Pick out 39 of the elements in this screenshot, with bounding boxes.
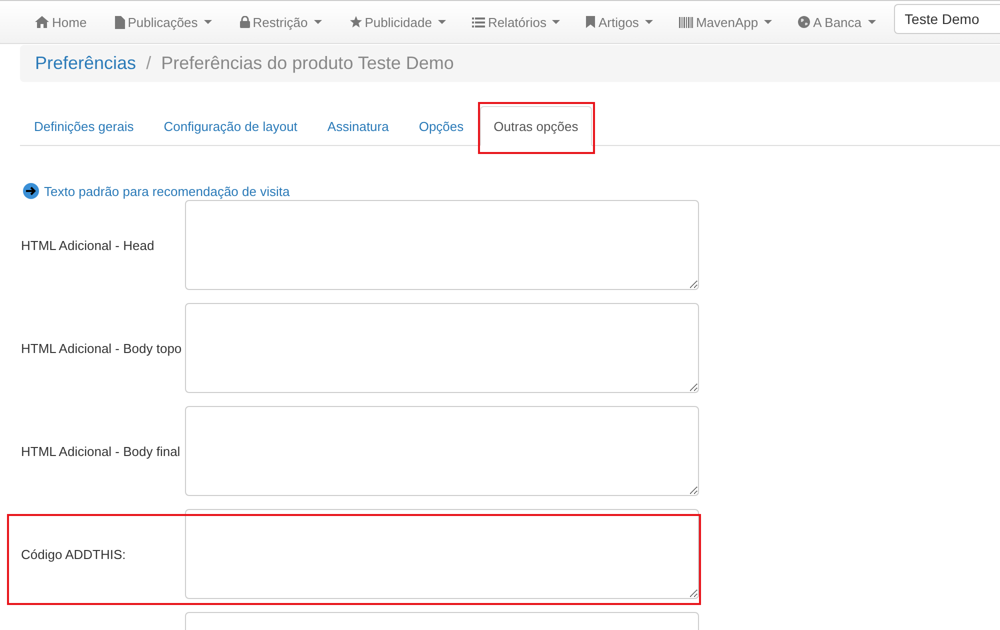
- caret-icon: [438, 20, 446, 24]
- nav-menu-item[interactable]: Home: [27, 14, 95, 30]
- home-icon: [35, 16, 49, 28]
- barcode-icon: [678, 16, 693, 28]
- nav-menu-item[interactable]: Restrição: [232, 14, 330, 30]
- recommendation-text-link[interactable]: Texto padrão para recomendação de visita: [44, 184, 290, 198]
- nav-menu-item[interactable]: Publicidade: [342, 14, 454, 30]
- tab[interactable]: Assinatura: [313, 106, 403, 146]
- nav-menu-item[interactable]: MavenApp: [670, 14, 780, 30]
- lock-icon: [240, 16, 250, 28]
- search-field[interactable]: Teste Demo: [894, 4, 1000, 34]
- caret-icon: [644, 20, 653, 24]
- field-label: HTML Adicional - Body topo: [21, 340, 182, 356]
- file-icon: [114, 16, 125, 28]
- field-label: HTML Adicional - Head: [21, 238, 154, 252]
- nav-menu-item[interactable]: Publicações: [106, 14, 220, 30]
- bookmark-icon: [586, 16, 596, 28]
- field-label: Código ADDTHIS:: [21, 546, 126, 562]
- breadcrumb-separator: /: [146, 53, 152, 74]
- globe-icon: [798, 16, 810, 28]
- tab[interactable]: Opções: [404, 106, 478, 146]
- tab[interactable]: Definições gerais: [20, 106, 148, 146]
- arrow-circle-icon: [22, 182, 40, 200]
- field-label: HTML Adicional - Body final: [21, 444, 180, 458]
- star-icon: [350, 16, 362, 28]
- caret-icon: [204, 20, 212, 24]
- caret-icon: [552, 20, 560, 24]
- list-icon: [472, 16, 485, 28]
- caret-icon: [764, 20, 772, 24]
- nav-menu-item[interactable]: Artigos: [578, 14, 661, 30]
- tab[interactable]: Outras opções: [480, 106, 592, 146]
- breadcrumb-current: Preferências do produto Teste Demo: [161, 53, 454, 74]
- nav-menu-item[interactable]: A Banca: [790, 14, 884, 30]
- breadcrumb-link[interactable]: Preferências: [35, 53, 136, 74]
- tab[interactable]: Configuração de layout: [150, 106, 312, 146]
- text-area[interactable]: [185, 509, 699, 599]
- nav-menu-item[interactable]: Relatórios: [464, 14, 568, 30]
- caret-icon: [868, 20, 876, 24]
- caret-icon: [314, 20, 322, 24]
